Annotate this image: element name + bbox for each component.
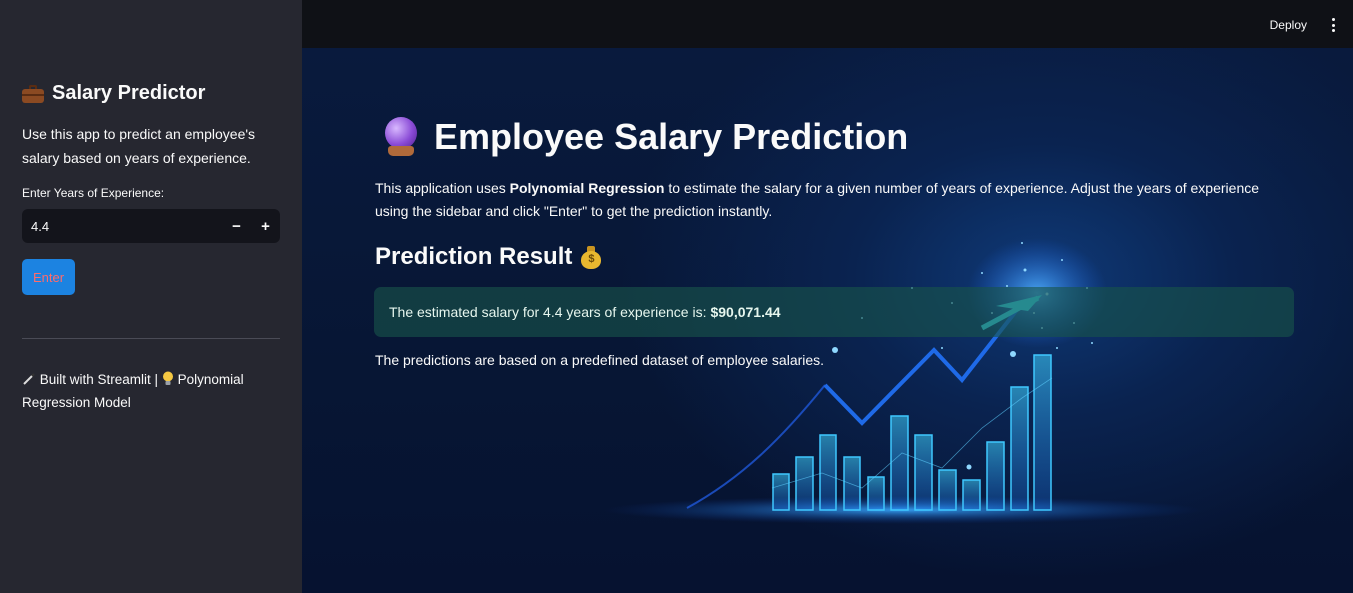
lightbulb-icon xyxy=(162,371,173,385)
prediction-result-heading: Prediction Result $ xyxy=(375,243,602,271)
main-content: Employee Salary Prediction This applicat… xyxy=(302,48,1353,593)
result-heading-text: Prediction Result xyxy=(375,243,573,270)
result-prefix: The estimated salary for 4.4 years of ex… xyxy=(389,304,707,320)
deploy-button[interactable]: Deploy xyxy=(1270,18,1307,32)
prediction-result-box: The estimated salary for 4.4 years of ex… xyxy=(374,287,1294,337)
intro-prefix: This application uses xyxy=(375,180,506,196)
crystal-ball-icon xyxy=(382,117,420,157)
intro-paragraph: This application uses Polynomial Regress… xyxy=(375,177,1285,223)
sidebar-divider xyxy=(22,338,280,339)
kebab-menu-icon[interactable] xyxy=(1330,18,1336,32)
years-input-label: Enter Years of Experience: xyxy=(22,186,165,200)
sidebar-title: Salary Predictor xyxy=(22,82,205,105)
footer-text-built: Built with Streamlit | xyxy=(39,372,159,387)
magic-wand-icon xyxy=(23,373,35,385)
sidebar-footer: Built with Streamlit | Polynomial Regres… xyxy=(22,368,272,414)
years-input-field[interactable]: 4.4 xyxy=(22,219,222,234)
page-title: Employee Salary Prediction xyxy=(382,116,908,158)
money-bag-icon: $ xyxy=(580,245,602,269)
sidebar: Salary Predictor Use this app to predict… xyxy=(0,0,302,593)
sidebar-description: Use this app to predict an employee's sa… xyxy=(22,126,256,166)
result-value: $90,071.44 xyxy=(710,304,781,320)
enter-button[interactable]: Enter xyxy=(22,259,75,295)
page-title-text: Employee Salary Prediction xyxy=(434,116,909,157)
dataset-note: The predictions are based on a predefine… xyxy=(375,352,825,368)
briefcase-icon xyxy=(22,84,44,103)
intro-suffix: to estimate the salary for a given numbe… xyxy=(375,180,1260,219)
chart-bars xyxy=(772,354,1052,511)
increment-button[interactable]: + xyxy=(251,209,280,243)
intro-bold: Polynomial Regression xyxy=(509,180,665,196)
decrement-button[interactable]: − xyxy=(222,209,251,243)
sidebar-title-text: Salary Predictor xyxy=(52,82,206,104)
years-number-input: 4.4 − + xyxy=(22,209,280,243)
top-toolbar: Deploy xyxy=(302,0,1353,48)
